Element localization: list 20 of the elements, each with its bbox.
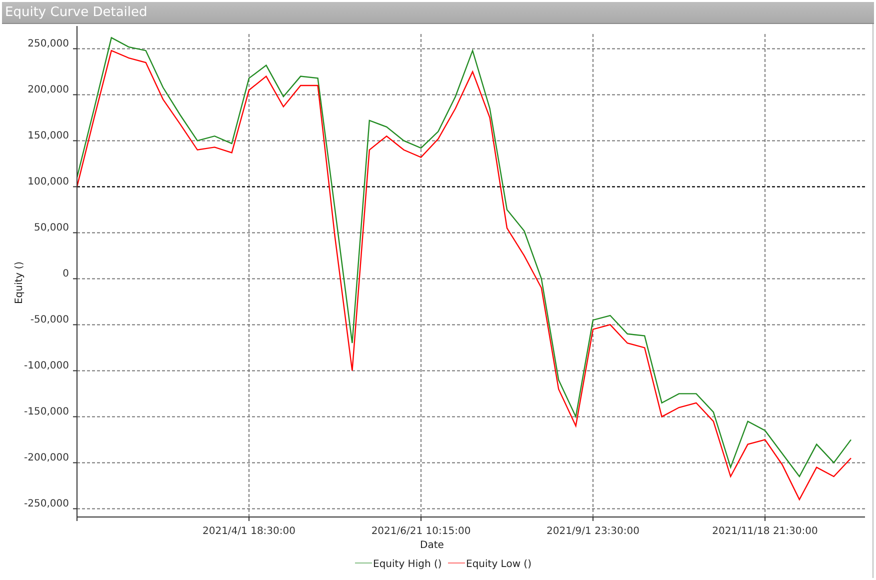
y-tick-label: 250,000	[28, 38, 69, 50]
y-axis-title: Equity ()	[14, 261, 25, 304]
y-tick-label: -150,000	[24, 406, 69, 418]
y-tick-label: -100,000	[24, 360, 69, 372]
y-tick-label: 200,000	[28, 84, 69, 96]
x-tick-label: 2021/6/21 10:15:00	[371, 526, 471, 537]
y-tick-label: 0	[62, 268, 69, 280]
y-tick-label: 150,000	[28, 130, 69, 142]
y-tick-label: 50,000	[34, 222, 69, 234]
y-tick-label: 100,000	[28, 176, 69, 188]
x-tick-label: 2021/11/18 21:30:00	[712, 526, 818, 537]
legend-label: Equity Low ()	[466, 559, 532, 570]
x-tick-label: 2021/9/1 23:30:00	[546, 526, 640, 537]
panel-title: Equity Curve Detailed	[5, 4, 148, 22]
x-axis-title: Date	[420, 540, 444, 551]
y-tick-label: -50,000	[30, 314, 69, 326]
y-tick-label: -250,000	[24, 498, 69, 510]
y-tick-label: -200,000	[24, 452, 69, 464]
x-tick-label: 2021/4/1 18:30:00	[202, 526, 296, 537]
legend-label: Equity High ()	[373, 559, 442, 570]
